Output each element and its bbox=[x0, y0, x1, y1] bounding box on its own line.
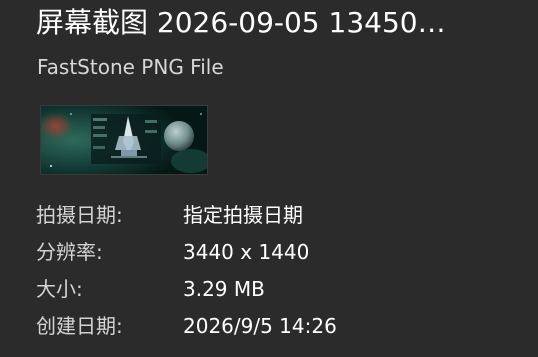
property-value: 2026/9/5 14:26 bbox=[183, 314, 337, 338]
property-label: 分辨率: bbox=[36, 240, 103, 264]
file-properties: 拍摄日期: 指定拍摄日期 分辨率: 3440 x 1440 大小: 3.29 M… bbox=[36, 197, 516, 345]
property-row-date-taken: 拍摄日期: 指定拍摄日期 bbox=[36, 197, 516, 234]
property-value: 指定拍摄日期 bbox=[183, 203, 303, 227]
property-label: 大小: bbox=[36, 277, 83, 301]
property-label: 拍摄日期: bbox=[36, 203, 123, 227]
property-value: 3.29 MB bbox=[183, 277, 265, 301]
file-title: 屏幕截图 2026-09-05 13450… bbox=[36, 6, 446, 39]
property-row-created: 创建日期: 2026/9/5 14:26 bbox=[36, 308, 516, 345]
property-row-size: 大小: 3.29 MB bbox=[36, 271, 516, 308]
property-label: 创建日期: bbox=[36, 314, 123, 338]
file-info-tooltip: 屏幕截图 2026-09-05 13450… FastStone PNG Fil… bbox=[0, 0, 538, 357]
file-type: FastStone PNG File bbox=[37, 55, 224, 79]
property-row-resolution: 分辨率: 3440 x 1440 bbox=[36, 234, 516, 271]
thumbnail-graphic bbox=[41, 106, 207, 174]
image-thumbnail bbox=[40, 105, 208, 175]
property-value: 3440 x 1440 bbox=[183, 240, 310, 264]
